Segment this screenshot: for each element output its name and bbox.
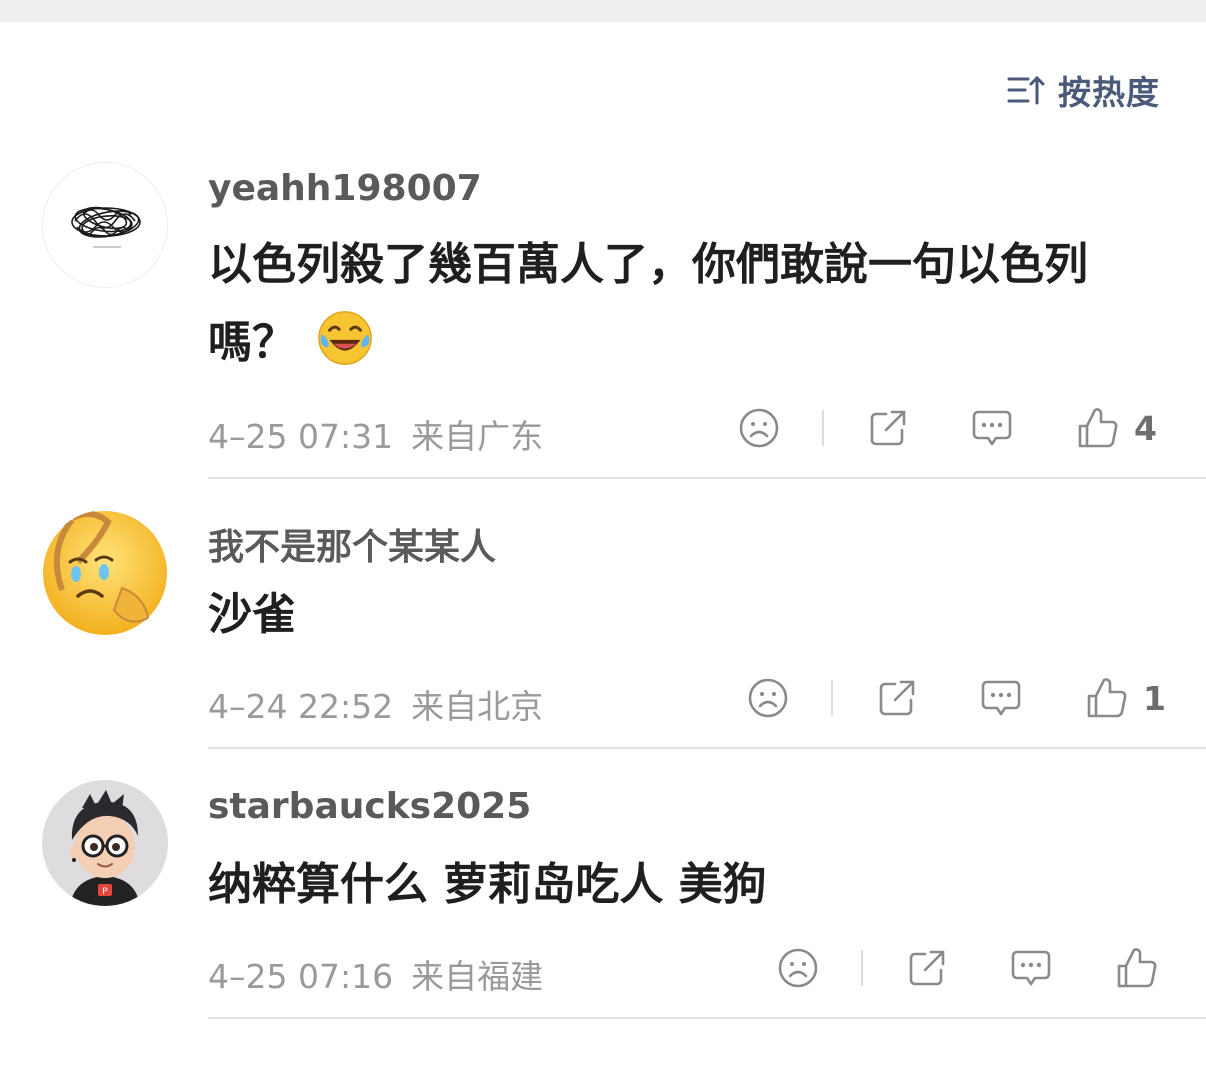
avatar[interactable]: P [42,780,168,906]
share-button[interactable] [866,406,910,450]
comment-time: 4–25 07:31 [208,417,394,456]
reply-button[interactable] [970,406,1014,450]
comment-divider [208,477,1206,479]
comment-text: 纳粹算什么 萝莉岛吃人 美狗 [208,846,1138,924]
thumbs-up-icon [1117,948,1157,988]
sad-face-icon [748,678,788,718]
action-separator [831,680,833,716]
scribble-avatar-icon [43,163,167,287]
reply-button[interactable] [1009,946,1053,990]
sort-label: 按热度 [1058,73,1160,112]
action-separator [861,950,863,986]
comment-divider [208,747,1206,749]
comment-username[interactable]: yeahh198007 [208,168,482,209]
share-button[interactable] [875,676,919,720]
sort-by-popularity-button[interactable]: 按热度 [1006,66,1160,114]
comment-bubble-icon [981,680,1021,716]
sad-face-icon [778,948,818,988]
reply-button[interactable] [979,676,1023,720]
like-count: 4 [1134,408,1157,448]
dislike-button[interactable] [737,406,781,450]
like-count: 1 [1143,678,1166,718]
like-button[interactable]: 4 [1076,406,1157,450]
comment-location: 来自北京 [411,687,544,726]
like-button[interactable]: 1 [1085,676,1166,720]
share-icon [870,410,906,446]
share-icon [909,950,945,986]
avatar[interactable] [42,510,168,636]
crying-emoji-avatar-icon [42,510,168,636]
comment-text: 沙雀 [208,576,1138,654]
share-button[interactable] [905,946,949,990]
sad-face-icon [739,408,779,448]
comment-location: 来自广东 [411,417,544,456]
top-strip [0,0,1206,22]
comment-bubble-icon [972,410,1012,446]
svg-text:P: P [102,887,108,897]
comment-bubble-icon [1011,950,1051,986]
laughing-crying-emoji-icon [318,311,372,365]
comment-text-body: 沙雀 [208,589,296,640]
share-icon [879,680,915,716]
like-button[interactable] [1115,946,1173,990]
sort-lines-up-icon [1007,75,1045,105]
thumbs-up-icon [1078,408,1118,448]
comment-text: 以色列殺了幾百萬人了，你們敢說一句以色列嗎？ [208,226,1138,382]
avatar[interactable] [42,162,168,288]
comment-meta: 4–25 07:16 来自福建 [208,950,543,998]
comment-time: 4–25 07:16 [208,957,394,996]
action-separator [822,410,824,446]
dislike-button[interactable] [776,946,820,990]
comment-username[interactable]: starbaucks2025 [208,786,531,827]
cartoon-boy-avatar-icon: P [42,780,168,906]
comment-location: 来自福建 [411,957,544,996]
comment-time: 4–24 22:52 [208,687,394,726]
comment-meta: 4–24 22:52 来自北京 [208,680,543,728]
dislike-button[interactable] [746,676,790,720]
comment-username[interactable]: 我不是那个某某人 [208,518,496,570]
comment-divider [208,1017,1206,1019]
comment-text-body: 纳粹算什么 萝莉岛吃人 美狗 [208,859,767,910]
thumbs-up-icon [1087,678,1127,718]
comment-meta: 4–25 07:31 来自广东 [208,410,543,458]
